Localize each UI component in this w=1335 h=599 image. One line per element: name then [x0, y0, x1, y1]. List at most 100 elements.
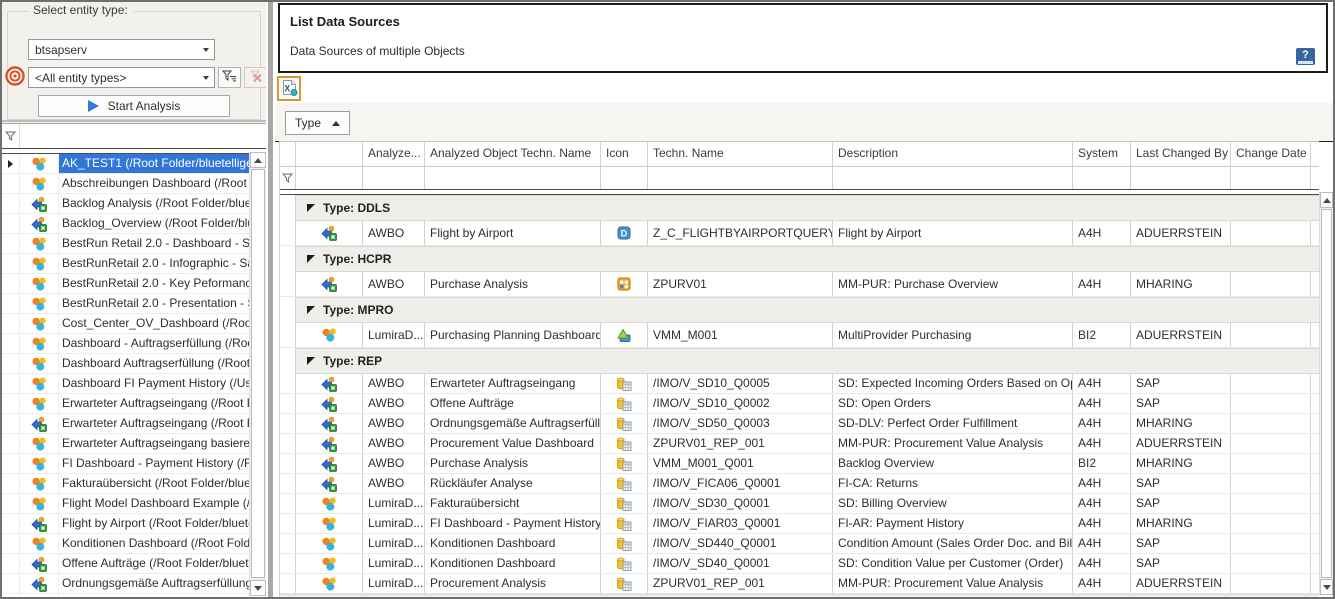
collapse-group-icon[interactable]: [307, 204, 315, 212]
collapse-group-icon[interactable]: [307, 357, 315, 365]
entity-list-item[interactable]: Ordnungsgemäße Auftragserfüllung (/Ro: [2, 574, 249, 594]
entity-list-item[interactable]: Offene Aufträge (/Root Folder/bluetellig: [2, 554, 249, 574]
table-row[interactable]: AWBOProcurement Value DashboardZPURV01_R…: [280, 434, 1319, 454]
rep-datasource-icon: [601, 554, 648, 573]
column-header-1[interactable]: [296, 142, 363, 166]
table-row[interactable]: AWBOPurchase AnalysisZPURV01MM-PUR: Purc…: [280, 272, 1319, 297]
entity-list-filter-row[interactable]: [2, 124, 266, 148]
table-row[interactable]: LumiraD...Fakturaübersicht/IMO/V_SD30_Q0…: [280, 494, 1319, 514]
filter-cell[interactable]: [296, 167, 363, 189]
clear-filter-button[interactable]: [244, 67, 267, 88]
filter-filler: [1311, 167, 1321, 189]
cell-analyzed-object-name: Rückläufer Analyse: [425, 474, 601, 493]
entity-list-item[interactable]: Backlog Analysis (/Root Folder/bluetelli…: [2, 194, 249, 214]
table-row[interactable]: AWBOErwarteter Auftragseingang/IMO/V_SD1…: [280, 374, 1319, 394]
scrollbar-thumb[interactable]: [251, 169, 265, 578]
table-row[interactable]: AWBORückläufer Analyse/IMO/V_FICA06_Q000…: [280, 474, 1319, 494]
entity-list-item[interactable]: Backlog_Overview (/Root Folder/bluetell: [2, 214, 249, 234]
entity-label: BestRun Retail 2.0 - Dashboard - Sample: [59, 234, 249, 253]
entity-list-item[interactable]: Erwarteter Auftragseingang (/Root Folde: [2, 394, 249, 414]
filter-cell[interactable]: [648, 167, 833, 189]
entity-list-item[interactable]: Dashboard FI Payment History (/User Fo: [2, 374, 249, 394]
entity-list-item[interactable]: Cost_Center_OV_Dashboard (/Root Fold: [2, 314, 249, 334]
entity-list-item[interactable]: Fakturaübersicht (/Root Folder/bluetelli…: [2, 474, 249, 494]
column-header-last-changed-by[interactable]: Last Changed By: [1131, 142, 1231, 166]
scroll-up-button[interactable]: [1320, 192, 1333, 208]
column-header-system[interactable]: System: [1073, 142, 1131, 166]
entity-list-item[interactable]: Erwarteter Auftragseingang basierend a: [2, 434, 249, 454]
scroll-down-button[interactable]: [250, 580, 266, 596]
entity-list-item[interactable]: Erwarteter Auftragseingang (/Root Folde: [2, 414, 249, 434]
table-row[interactable]: LumiraD...Konditionen Dashboard/IMO/V_SD…: [280, 554, 1319, 574]
cell-analyze: AWBO: [363, 454, 425, 473]
entity-list-scrollbar[interactable]: [249, 152, 266, 596]
entity-list-item[interactable]: BestRunRetail 2.0 - Key Peformance - Sa: [2, 274, 249, 294]
scroll-up-button[interactable]: [250, 152, 266, 168]
cell-system: A4H: [1073, 574, 1131, 593]
entity-list-item[interactable]: BestRunRetail 2.0 - Presentation - Sampl: [2, 294, 249, 314]
filter-cell[interactable]: [601, 167, 648, 189]
entity-label: Dashboard Auftragserfüllung (/Root Fold: [59, 354, 249, 373]
excel-export-button[interactable]: X: [277, 76, 301, 101]
cell-description: Backlog Overview: [833, 454, 1073, 473]
entity-list-item[interactable]: Konditionen Dashboard (/Root Folder/blu: [2, 534, 249, 554]
table-filter-row[interactable]: [280, 167, 1319, 189]
entity-list-item[interactable]: Procurement Analysis (/Root Folder/bl: [2, 594, 249, 598]
column-header-analyze-[interactable]: Analyze...: [363, 142, 425, 166]
entity-list-item[interactable]: Abschreibungen Dashboard (/Root Folde: [2, 174, 249, 194]
filter-cell[interactable]: [425, 167, 601, 189]
filter-cell[interactable]: [1131, 167, 1231, 189]
entity-list-item[interactable]: FI Dashboard - Payment History (/Root F: [2, 454, 249, 474]
table-row[interactable]: AWBOFlight by AirportDZ_C_FLIGHTBYAIRPOR…: [280, 221, 1319, 246]
group-row[interactable]: Type: DDLS: [280, 195, 1319, 221]
group-row[interactable]: Type: HCPR: [280, 246, 1319, 272]
filter-cell[interactable]: [1073, 167, 1131, 189]
entity-list-item[interactable]: BestRun Retail 2.0 - Dashboard - Sample: [2, 234, 249, 254]
entity-list-item[interactable]: Flight Model Dashboard Example (/Root: [2, 494, 249, 514]
table-row[interactable]: LumiraD...Konditionen Dashboard/IMO/V_SD…: [280, 534, 1319, 554]
entity-list-item[interactable]: BestRunRetail 2.0 - Infographic - Sample: [2, 254, 249, 274]
cell-analyze: LumiraD...: [363, 494, 425, 513]
group-row[interactable]: Type: MPRO: [280, 297, 1319, 323]
table-row[interactable]: LumiraD...FI Dashboard - Payment History…: [280, 514, 1319, 534]
scrollbar-thumb[interactable]: [1321, 209, 1332, 578]
filter-cell[interactable]: [363, 167, 425, 189]
filter-cell[interactable]: [1231, 167, 1311, 189]
filter-menu-button[interactable]: [218, 67, 241, 88]
group-by-panel[interactable]: Type: [275, 103, 1333, 142]
entity-list-item[interactable]: Flight by Airport (/Root Folder/bluetell…: [2, 514, 249, 534]
entity-type-combo[interactable]: <All entity types>: [28, 67, 215, 88]
table-row[interactable]: LumiraD...Procurement AnalysisZPURV01_RE…: [280, 574, 1319, 594]
system-combo[interactable]: btsapserv: [28, 39, 215, 60]
collapse-group-icon[interactable]: [307, 306, 315, 314]
panel-title: Select entity type:: [28, 3, 133, 17]
entity-list-item[interactable]: Dashboard Auftragserfüllung (/Root Fold: [2, 354, 249, 374]
table-row[interactable]: AWBOPurchase AnalysisVMM_M001_Q001Backlo…: [280, 454, 1319, 474]
table-scrollbar[interactable]: [1319, 192, 1333, 595]
filter-funnel-icon[interactable]: [280, 167, 296, 189]
group-row[interactable]: Type: REP: [280, 348, 1319, 374]
panel-splitter[interactable]: [266, 2, 275, 597]
cell-techn-name: ZPURV01_REP_001: [648, 574, 833, 593]
column-header-analyzed-object-techn-name[interactable]: Analyzed Object Techn. Name: [425, 142, 601, 166]
filter-cell[interactable]: [833, 167, 1073, 189]
table-row[interactable]: AWBOOrdnungsgemäße Auftragserfüllung/IMO…: [280, 414, 1319, 434]
start-analysis-button[interactable]: Start Analysis: [38, 95, 230, 117]
cell-analyzed-object-name: Ordnungsgemäße Auftragserfüllung: [425, 414, 601, 433]
group-by-chip-type[interactable]: Type: [285, 111, 350, 135]
column-header-description[interactable]: Description: [833, 142, 1073, 166]
chevron-down-icon[interactable]: [197, 68, 214, 87]
scroll-down-button[interactable]: [1320, 579, 1333, 595]
collapse-group-icon[interactable]: [307, 255, 315, 263]
entity-list-item[interactable]: AK_TEST1 (/Root Folder/bluetelligence/S: [2, 154, 249, 174]
table-row[interactable]: AWBOOffene Aufträge/IMO/V_SD10_Q0002SD: …: [280, 394, 1319, 414]
column-header-change-date[interactable]: Change Date: [1231, 142, 1311, 166]
cell-analyzed-object-name: Purchase Analysis: [425, 272, 601, 296]
help-book-icon[interactable]: ?: [1296, 48, 1315, 65]
column-header-techn-name[interactable]: Techn. Name: [648, 142, 833, 166]
entity-list-item[interactable]: Dashboard - Auftragserfüllung (/Root Fo: [2, 334, 249, 354]
column-header-icon[interactable]: Icon: [601, 142, 648, 166]
column-header-0[interactable]: [280, 142, 296, 166]
table-row[interactable]: LumiraD...Purchasing Planning DashboardV…: [280, 323, 1319, 348]
chevron-down-icon[interactable]: [197, 40, 214, 59]
